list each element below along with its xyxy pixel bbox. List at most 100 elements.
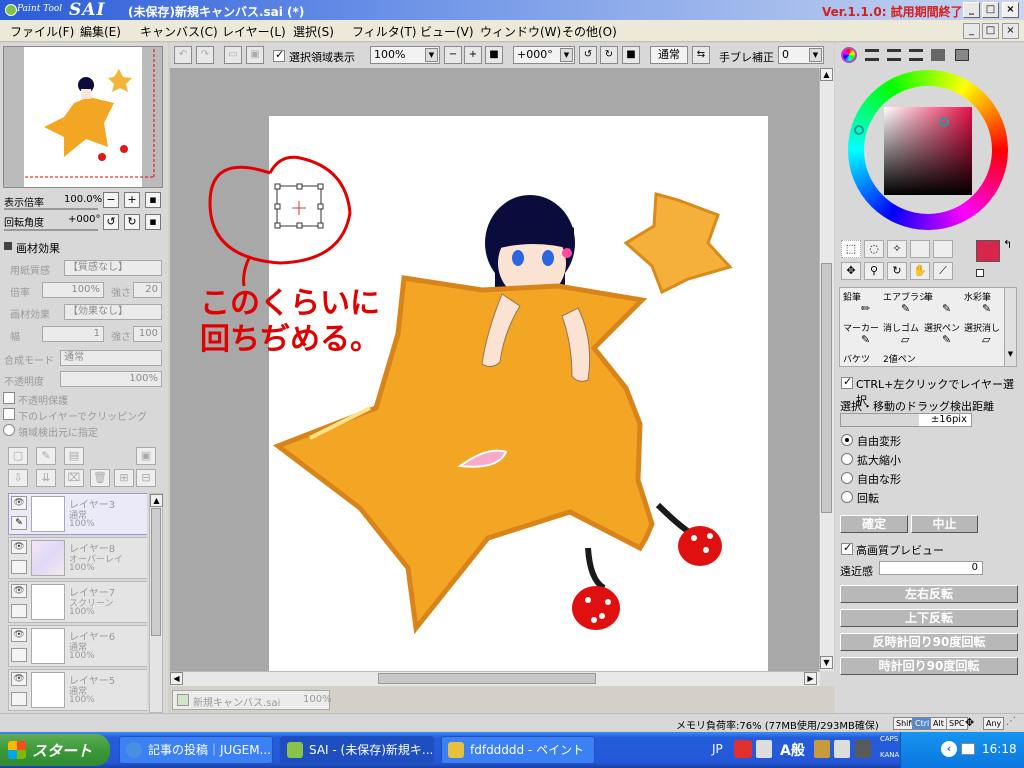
tool-select-erase[interactable]: 選択消し ▱	[964, 321, 1000, 346]
canvas-horizontal-scrollbar[interactable]: ◀ ▶	[170, 671, 820, 686]
rect-select-icon[interactable]: ⬚	[841, 240, 861, 258]
tool-airbrush[interactable]: エアブラシ ✎	[883, 290, 928, 315]
material-select[interactable]: 【効果なし】	[64, 304, 162, 320]
scroll-thumb[interactable]	[151, 508, 161, 636]
drag-distance-slider[interactable]: ±16pix	[840, 413, 972, 427]
ime-mode[interactable]: A般	[780, 740, 805, 760]
zoom-out-button[interactable]: −	[444, 46, 462, 64]
task-paint[interactable]: fdfddddd - ペイント	[441, 736, 595, 764]
eye-icon[interactable]: 👁	[11, 672, 27, 686]
merge-down-icon[interactable]: ⇊	[36, 469, 56, 487]
layer-item[interactable]: 👁 ✎ レイヤー3 通常 100%	[8, 493, 147, 535]
scroll-up-icon[interactable]: ▲	[150, 494, 163, 507]
trash-icon[interactable]: 🗑	[90, 469, 110, 487]
flip-vertical-button[interactable]: 上下反転	[840, 609, 1018, 627]
eye-icon[interactable]: 👁	[11, 540, 27, 554]
scroll-down-icon[interactable]: ▼	[820, 656, 833, 669]
ime-dictionary-icon[interactable]	[814, 740, 830, 758]
new-linework-layer-icon[interactable]: ✎	[36, 447, 56, 465]
zoom-select[interactable]: 100% ▼	[370, 46, 440, 64]
opacity-slider[interactable]: 100%	[60, 371, 162, 387]
cancel-button[interactable]: 中止	[911, 515, 978, 533]
primary-color-swatch[interactable]	[976, 240, 1000, 262]
hsv-slider-tab-icon[interactable]	[887, 49, 901, 61]
lock-icon[interactable]	[11, 560, 27, 574]
palette-tab-icon[interactable]	[955, 49, 969, 61]
deselect-button[interactable]: ▭	[224, 46, 242, 64]
menu-file[interactable]: ファイル(F)	[10, 23, 74, 40]
tool-marker[interactable]: マーカー ✎	[843, 321, 879, 346]
paper-select[interactable]: 【質感なし】	[64, 260, 162, 276]
clear-layer-icon[interactable]: ⌧	[64, 469, 84, 487]
navigator-preview[interactable]	[3, 46, 163, 188]
sv-cursor[interactable]	[939, 117, 949, 127]
tool-watercolor[interactable]: 水彩筆 ✎	[964, 290, 991, 315]
canvas-drawing[interactable]	[170, 68, 820, 671]
menu-select[interactable]: 選択(S)	[293, 23, 334, 40]
reset-colors-icon[interactable]	[976, 269, 984, 277]
tool-brush[interactable]: 筆 ✎	[924, 290, 951, 315]
ime-toolbar-icon[interactable]	[734, 740, 752, 758]
scroll-right-icon[interactable]: ▶	[804, 672, 817, 685]
magic-wand-icon[interactable]: ✧	[887, 240, 907, 258]
color-sv-square[interactable]	[884, 107, 972, 195]
scroll-thumb[interactable]	[378, 673, 596, 684]
layer-item[interactable]: 👁 レイヤー6 通常 100%	[8, 625, 147, 667]
doc-restore-button[interactable]: □	[982, 23, 999, 39]
rgb-slider-tab-icon[interactable]	[865, 49, 879, 61]
eyedropper-icon[interactable]: ⟋	[933, 262, 953, 280]
lock-icon[interactable]	[11, 648, 27, 662]
eye-icon[interactable]: 👁	[11, 628, 27, 642]
nav-rotate-left-button[interactable]: ↺	[103, 214, 119, 230]
scroll-left-icon[interactable]: ◀	[170, 672, 183, 685]
layer-item[interactable]: 👁 レイヤー7 スクリーン 100%	[8, 581, 147, 623]
merge-visible-icon[interactable]: ⊞	[114, 469, 134, 487]
canvas-area[interactable]: このくらいに 回ちぢめる。	[170, 68, 820, 671]
scale-field[interactable]: 100%	[42, 282, 104, 298]
angle-select[interactable]: +000° ▼	[513, 46, 575, 64]
strength-field[interactable]: 20	[133, 282, 162, 298]
close-button[interactable]: ×	[1002, 2, 1019, 18]
rotate-cw-button[interactable]: 時計回り90度回転	[840, 657, 1018, 675]
lang-indicator[interactable]: JP	[712, 742, 723, 756]
rotate-left-button[interactable]: ↺	[579, 46, 597, 64]
brush-lock-icon[interactable]: ✎	[11, 516, 27, 530]
select-display-checkbox[interactable]: ✓	[273, 48, 285, 62]
menu-edit[interactable]: 編集(E)	[80, 23, 121, 40]
menu-canvas[interactable]: キャンバス(C)	[140, 23, 218, 40]
scroll-thumb[interactable]	[821, 263, 832, 513]
distort-radio[interactable]	[841, 472, 853, 484]
move-icon[interactable]: ✥	[841, 262, 861, 280]
zoom-reset-button[interactable]: ■	[485, 46, 503, 64]
layer-misc-icon[interactable]: ▣	[136, 447, 156, 465]
rotate-reset-button[interactable]: ■	[622, 46, 640, 64]
start-button[interactable]: スタート	[0, 734, 110, 766]
rotate-slider-track[interactable]	[4, 229, 98, 231]
ime-help-icon[interactable]	[855, 740, 871, 758]
hq-preview-checkbox[interactable]: ✓	[841, 541, 853, 555]
strength2-field[interactable]: 100	[133, 326, 162, 342]
eye-icon[interactable]: 👁	[11, 496, 27, 510]
lasso-icon[interactable]: ◌	[864, 240, 884, 258]
nav-zoom-in-button[interactable]: +	[124, 192, 140, 208]
free-transform-radio[interactable]	[841, 434, 853, 446]
confirm-button[interactable]: 確定	[840, 515, 908, 533]
menu-other[interactable]: その他(O)	[562, 23, 617, 40]
scroll-up-icon[interactable]: ▲	[820, 68, 833, 81]
lock-icon[interactable]	[11, 692, 27, 706]
zoom-icon[interactable]: ⚲	[864, 262, 884, 280]
flip-horizontal-button[interactable]: 左右反転	[840, 585, 1018, 603]
tool-binary-pen[interactable]: 2値ペン	[883, 352, 916, 365]
scale-radio[interactable]	[841, 453, 853, 465]
undo-button[interactable]: ↶	[174, 46, 192, 64]
ime-settings-icon[interactable]	[834, 740, 850, 758]
tool-pencil[interactable]: 鉛筆 ✏	[843, 290, 870, 315]
hand-icon[interactable]: ✋	[910, 262, 930, 280]
redo-button[interactable]: ↷	[196, 46, 214, 64]
collapse-icon[interactable]	[4, 242, 12, 250]
rotate-right-button[interactable]: ↻	[600, 46, 618, 64]
hue-cursor[interactable]	[854, 125, 864, 135]
minimize-button[interactable]: _	[963, 2, 980, 18]
tool-select-pen[interactable]: 選択ペン ✎	[924, 321, 960, 346]
menu-window[interactable]: ウィンドウ(W)	[480, 23, 561, 40]
